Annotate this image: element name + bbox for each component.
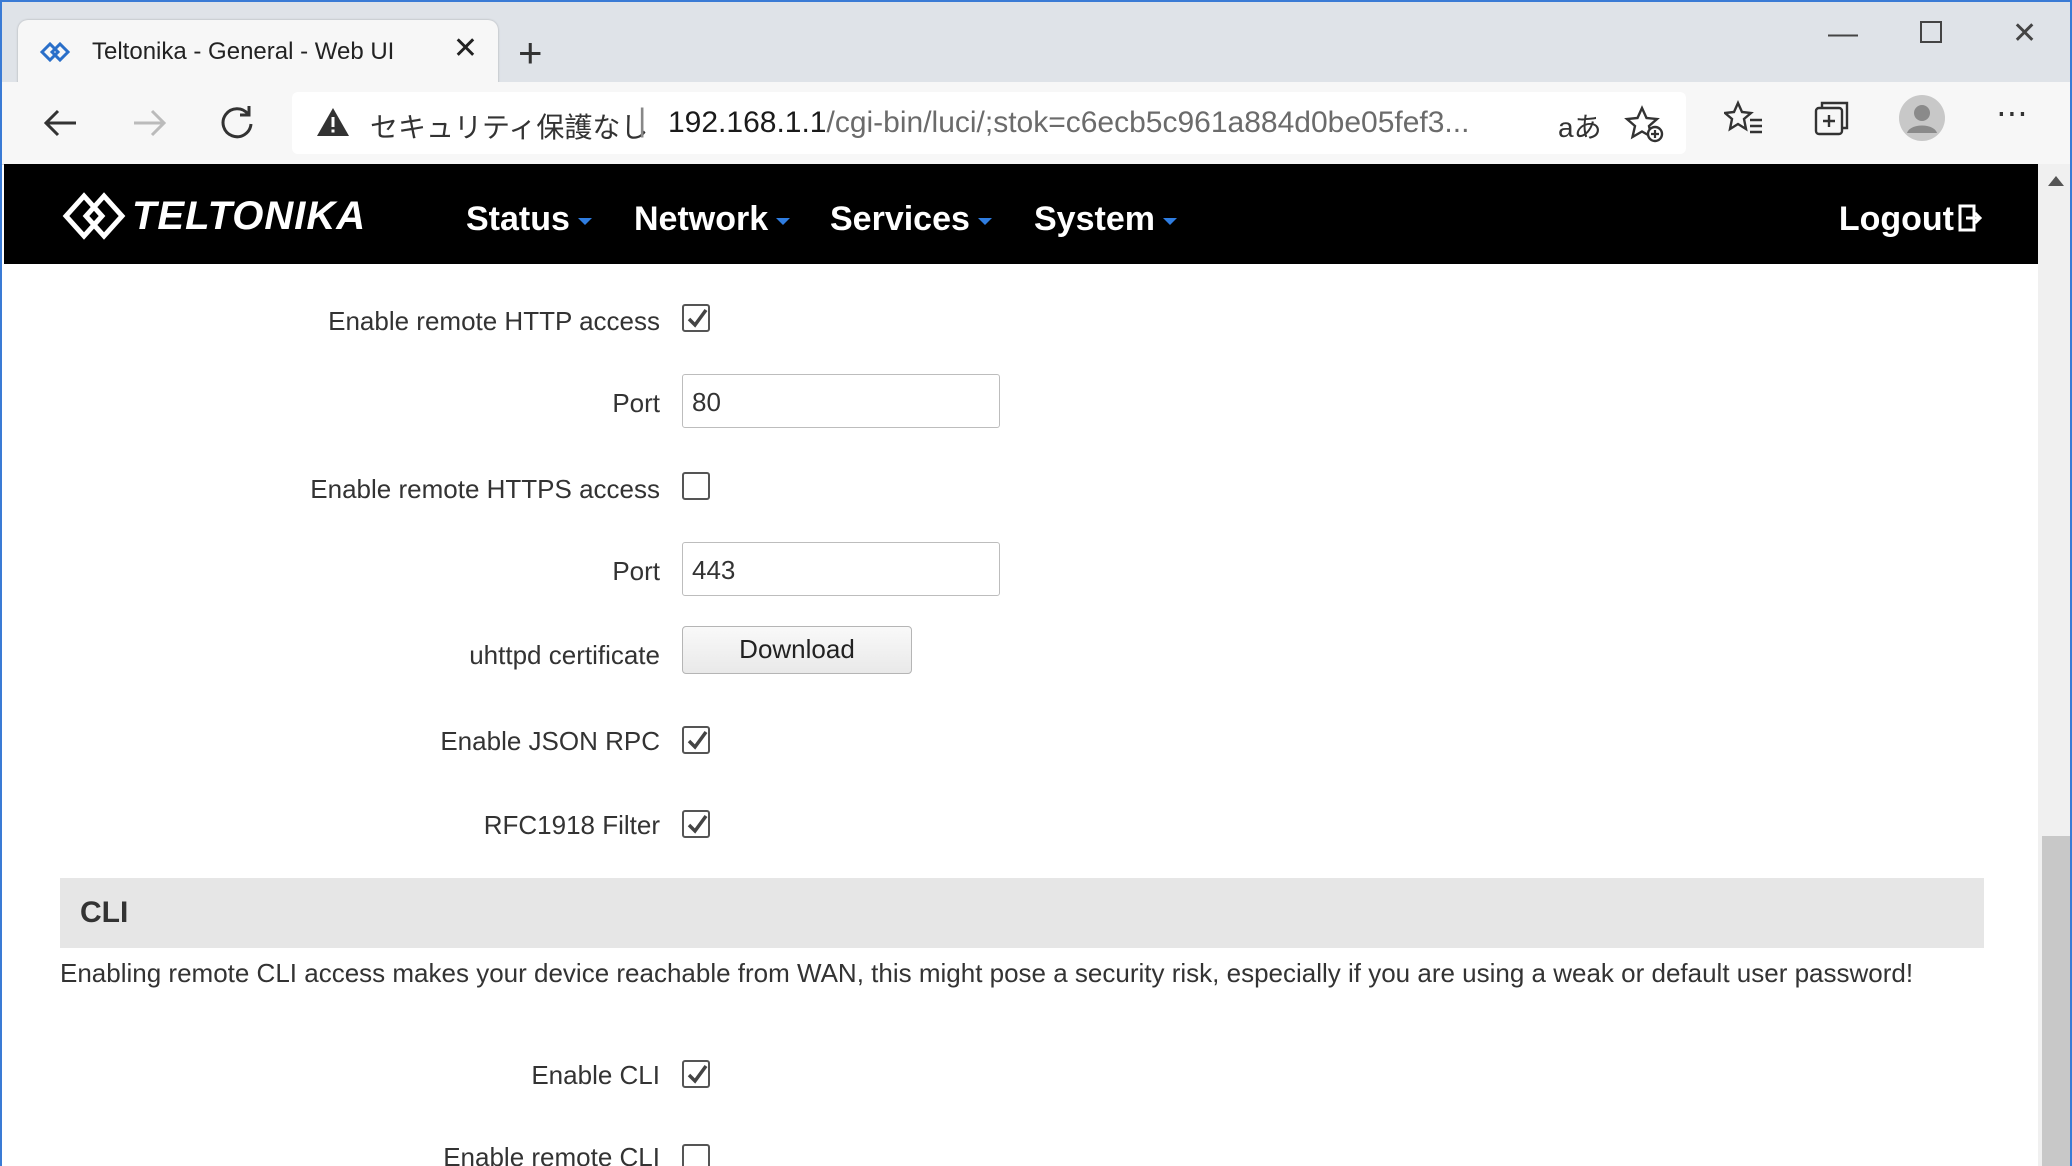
collections-icon[interactable] <box>1812 98 1852 143</box>
cli-section-header: CLI <box>60 878 1984 948</box>
https-access-checkbox[interactable] <box>682 472 710 500</box>
url-host: 192.168.1.1 <box>668 106 827 139</box>
rfc1918-checkbox[interactable] <box>682 810 710 838</box>
new-tab-icon[interactable]: + <box>518 32 543 74</box>
tab-title: Teltonika - General - Web UI <box>92 38 395 65</box>
refresh-icon[interactable] <box>214 100 260 146</box>
minimize-icon[interactable]: — <box>1828 14 1858 54</box>
certificate-label: uhttpd certificate <box>469 640 660 670</box>
add-favorite-icon[interactable] <box>1624 104 1664 149</box>
chevron-down-icon <box>776 217 791 225</box>
http-port-input[interactable]: 80 <box>682 374 1000 428</box>
site-header: TELTONIKA Status Network Services System… <box>4 164 2038 264</box>
scrollbar-thumb[interactable] <box>2042 836 2070 1166</box>
url-text[interactable]: 192.168.1.1/cgi-bin/luci/;stok=c6ecb5c96… <box>668 106 1469 140</box>
forward-icon[interactable] <box>126 100 172 146</box>
maximize-icon[interactable] <box>1920 14 1942 54</box>
menu-status-label: Status <box>466 200 570 238</box>
page-scrollbar[interactable] <box>2038 164 2070 1166</box>
https-access-label: Enable remote HTTPS access <box>310 474 660 504</box>
logout-icon <box>1958 202 1983 241</box>
address-bar[interactable]: セキュリティ保護なし | 192.168.1.1/cgi-bin/luci/;s… <box>292 92 1686 154</box>
chevron-down-icon <box>977 217 992 225</box>
http-access-checkbox[interactable] <box>682 304 710 332</box>
tab-strip: Teltonika - General - Web UI ✕ + — ✕ <box>2 2 2070 84</box>
menu-status[interactable]: Status <box>466 200 592 239</box>
enable-cli-label: Enable CLI <box>531 1060 660 1090</box>
teltonika-logo-icon[interactable] <box>62 186 142 251</box>
menu-services[interactable]: Services <box>830 200 992 239</box>
https-port-label: Port <box>612 556 660 586</box>
profile-avatar-icon[interactable] <box>1898 94 1946 147</box>
json-rpc-checkbox[interactable] <box>682 726 710 754</box>
json-rpc-label: Enable JSON RPC <box>440 726 660 756</box>
menu-system[interactable]: System <box>1034 200 1177 239</box>
menu-network[interactable]: Network <box>634 200 791 239</box>
more-options-icon[interactable]: ⋯ <box>1996 94 2028 132</box>
browser-tab[interactable]: Teltonika - General - Web UI ✕ <box>18 20 498 84</box>
chevron-down-icon <box>577 217 592 225</box>
chevron-down-icon <box>1162 217 1177 225</box>
https-port-input[interactable]: 443 <box>682 542 1000 596</box>
address-separator: | <box>638 102 647 138</box>
navigation-bar: セキュリティ保護なし | 192.168.1.1/cgi-bin/luci/;s… <box>2 82 2070 165</box>
back-icon[interactable] <box>38 100 84 146</box>
remote-cli-checkbox[interactable] <box>682 1144 710 1166</box>
cli-section-title: CLI <box>80 896 129 929</box>
url-path: /cgi-bin/luci/;stok=c6ecb5c961a884d0be05… <box>826 106 1470 139</box>
http-port-label: Port <box>612 388 660 418</box>
read-aloud-icon[interactable]: aあ <box>1558 106 1602 146</box>
menu-network-label: Network <box>634 200 769 238</box>
rfc1918-label: RFC1918 Filter <box>483 810 660 840</box>
remote-cli-label: Enable remote CLI <box>443 1142 660 1166</box>
enable-cli-checkbox[interactable] <box>682 1060 710 1088</box>
tab-close-icon[interactable]: ✕ <box>453 34 478 64</box>
window-close-icon[interactable]: ✕ <box>2012 14 2037 54</box>
logout-label: Logout <box>1838 200 1954 238</box>
teltonika-favicon-icon <box>38 37 72 67</box>
cli-warning-text: Enabling remote CLI access makes your de… <box>60 958 1914 988</box>
warning-icon[interactable] <box>316 106 350 143</box>
http-access-label: Enable remote HTTP access <box>328 306 660 336</box>
brand-name[interactable]: TELTONIKA <box>132 194 366 239</box>
menu-services-label: Services <box>830 200 970 238</box>
logout-button[interactable]: Logout <box>1838 200 1983 241</box>
security-label[interactable]: セキュリティ保護なし <box>370 106 648 146</box>
menu-system-label: System <box>1034 200 1155 238</box>
scroll-up-arrow-icon[interactable] <box>2048 176 2064 186</box>
favorites-icon[interactable] <box>1722 98 1764 143</box>
download-certificate-button[interactable]: Download <box>682 626 912 674</box>
browser-window: Teltonika - General - Web UI ✕ + — ✕ セキュ… <box>0 0 2072 1166</box>
